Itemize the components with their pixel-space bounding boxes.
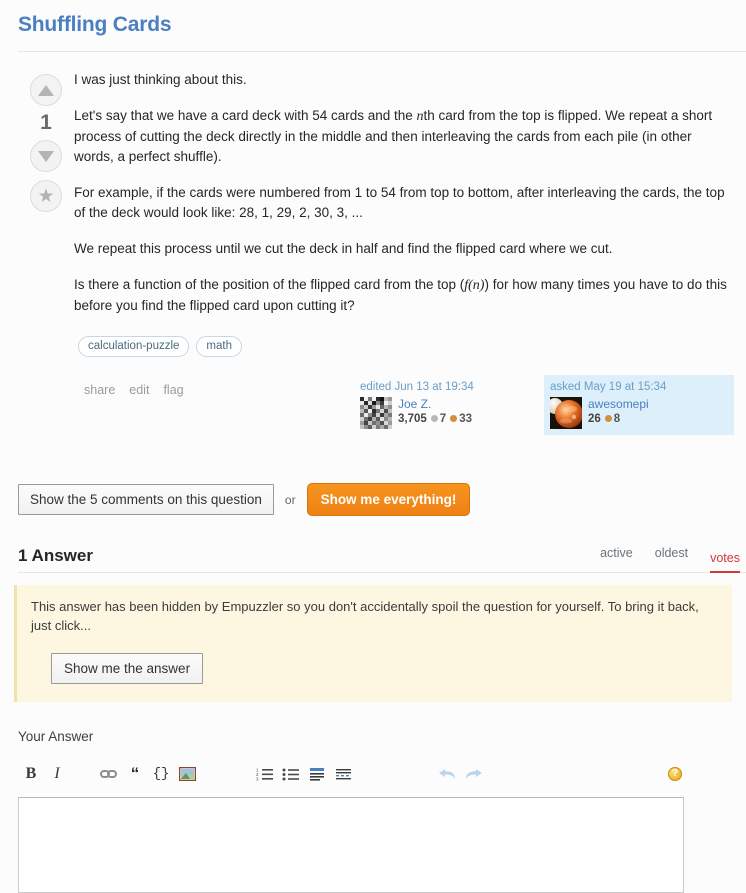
edited-timestamp[interactable]: edited Jun 13 at 19:34 <box>360 380 538 394</box>
question-paragraph-4: We repeat this process until we cut the … <box>74 241 613 257</box>
blockquote-icon[interactable]: “ <box>122 762 148 786</box>
flag-link[interactable]: flag <box>163 383 183 397</box>
comments-bar: Show the 5 comments on this question or … <box>0 483 746 517</box>
p5-math-n: n <box>472 278 480 294</box>
p2-math-n: n <box>416 109 424 125</box>
asked-timestamp[interactable]: asked May 19 at 15:34 <box>550 380 728 394</box>
show-comments-button[interactable]: Show the 5 comments on this question <box>18 484 274 516</box>
bulleted-list-icon[interactable] <box>278 762 304 786</box>
asker-user-row: awesomepi 26 8 <box>550 397 728 430</box>
horizontal-rule-icon[interactable] <box>330 762 356 786</box>
silver-badge-icon <box>430 415 438 423</box>
show-everything-button[interactable]: Show me everything! <box>306 483 471 517</box>
question-post: 1 ★ I was just thinking about this. Let'… <box>0 52 746 436</box>
image-icon[interactable] <box>174 762 200 786</box>
editor-user-name[interactable]: Joe Z. <box>398 397 472 412</box>
asker-reputation: 26 <box>588 413 601 426</box>
numbered-list-icon[interactable]: 123 <box>252 762 278 786</box>
downvote-button[interactable] <box>30 140 62 173</box>
answer-sort-tabs: active oldest votes <box>600 546 742 574</box>
avatar-awesomepi[interactable] <box>550 397 582 430</box>
question-paragraph-2: Let's say that we have a card deck with … <box>74 106 734 167</box>
post-body: I was just thinking about this. Let's sa… <box>74 70 746 436</box>
asker-bronze-count: 8 <box>613 413 621 426</box>
editor-silver-count: 7 <box>439 413 447 426</box>
asker-user-name[interactable]: awesomepi <box>588 397 649 412</box>
arrow-down-icon <box>38 150 54 162</box>
answer-textarea[interactable] <box>18 797 684 893</box>
asker-user-card: asked May 19 at 15:34 awesomepi 26 8 <box>544 375 734 436</box>
avatar-joe-z[interactable] <box>360 397 392 430</box>
svg-text:3: 3 <box>256 776 259 781</box>
hidden-answer-notice: This answer has been hidden by Empuzzler… <box>14 585 732 703</box>
favorite-button[interactable]: ★ <box>30 180 62 213</box>
show-answer-button[interactable]: Show me the answer <box>51 653 204 685</box>
tag-calculation-puzzle[interactable]: calculation-puzzle <box>78 336 190 358</box>
post-actions: share edit flag <box>74 375 354 397</box>
bold-icon[interactable]: B <box>18 762 44 786</box>
comments-or-label: or <box>284 492 296 507</box>
bronze-badge-icon <box>604 415 612 423</box>
tag-list: calculation-puzzle math <box>78 336 734 358</box>
heading-icon[interactable] <box>304 762 330 786</box>
your-answer-label: Your Answer <box>18 729 94 745</box>
editor-help-icon[interactable]: ? <box>668 766 682 781</box>
answers-header: 1 Answer active oldest votes <box>18 546 746 574</box>
arrow-up-icon <box>38 84 54 96</box>
link-icon[interactable] <box>96 762 122 786</box>
question-paragraph-1: I was just thinking about this. <box>74 72 247 88</box>
redo-icon[interactable] <box>460 762 486 786</box>
editor-user-row: Joe Z. 3,705 7 33 <box>360 397 538 430</box>
editor-user-info: Joe Z. 3,705 7 33 <box>398 397 472 427</box>
star-icon: ★ <box>37 185 55 207</box>
editor-reputation: 3,705 <box>398 413 427 426</box>
italic-icon[interactable]: I <box>44 762 70 786</box>
hidden-answer-text: This answer has been hidden by Empuzzler… <box>31 599 699 634</box>
post-meta-row: share edit flag edited Jun 13 at 19:34 J… <box>74 375 734 436</box>
editor-user-card: edited Jun 13 at 19:34 Joe Z. 3,705 7 33 <box>354 375 544 435</box>
question-text: I was just thinking about this. Let's sa… <box>74 70 734 316</box>
share-link[interactable]: share <box>84 383 115 397</box>
tab-active[interactable]: active <box>600 546 633 566</box>
upvote-button[interactable] <box>30 74 62 107</box>
p2-pre: Let's say that we have a card deck with … <box>74 108 417 124</box>
vote-cell: 1 ★ <box>18 70 74 435</box>
bronze-badge-icon <box>450 415 458 423</box>
tab-votes[interactable]: votes <box>710 551 740 574</box>
editor-bronze-count: 33 <box>459 413 472 426</box>
answers-count: 1 Answer <box>18 546 93 566</box>
tag-math[interactable]: math <box>196 336 242 358</box>
tab-oldest[interactable]: oldest <box>655 546 688 566</box>
undo-icon[interactable] <box>434 762 460 786</box>
question-header: Shuffling Cards <box>0 0 746 37</box>
asker-user-info: awesomepi 26 8 <box>588 397 649 427</box>
code-icon[interactable]: {} <box>148 762 174 786</box>
vote-count: 1 <box>40 111 52 135</box>
editor-toolbar: B I “ {} 123 ? <box>18 758 684 789</box>
edit-link[interactable]: edit <box>129 383 149 397</box>
p5-pre: Is there a function of the position of t… <box>74 277 465 293</box>
question-paragraph-3: For example, if the cards were numbered … <box>74 185 725 221</box>
question-paragraph-5: Is there a function of the position of t… <box>74 275 734 316</box>
page-title[interactable]: Shuffling Cards <box>18 12 728 37</box>
